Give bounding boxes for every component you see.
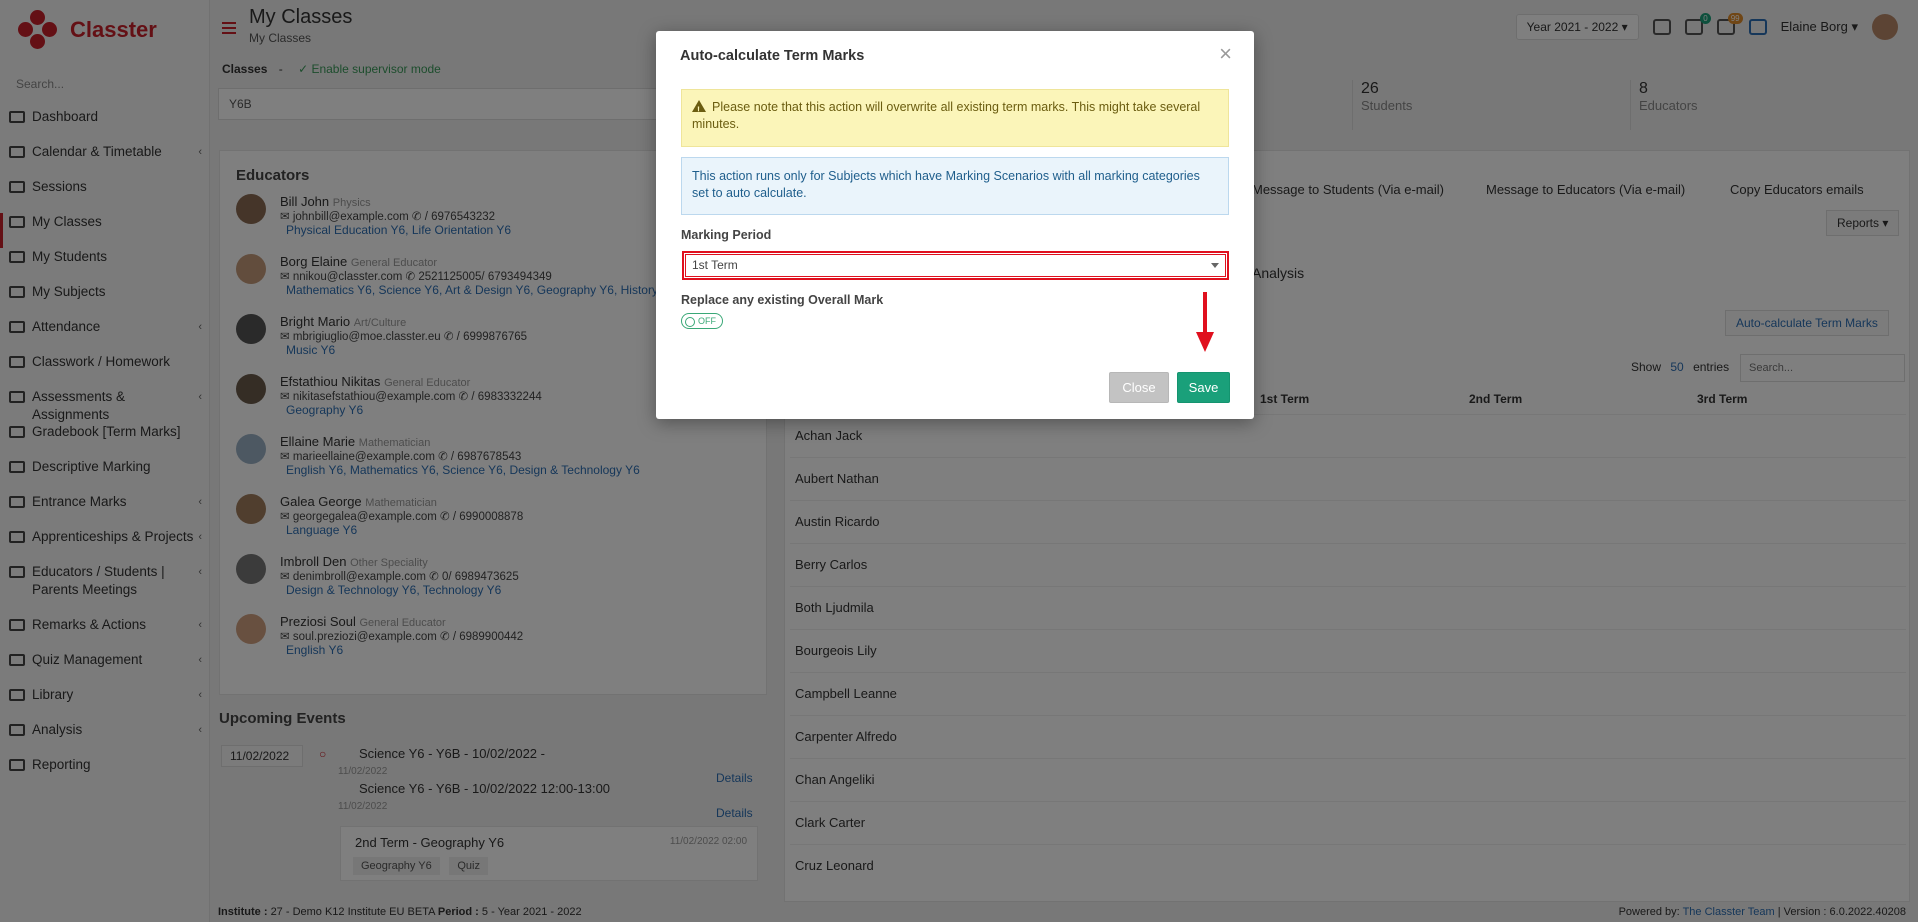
auto-calculate-dialog: Auto-calculate Term Marks × Please note … xyxy=(656,31,1254,419)
annotation-arrow xyxy=(1203,292,1207,334)
warning-text: Please note that this action will overwr… xyxy=(692,100,1201,131)
info-text: This action runs only for Subjects which… xyxy=(692,169,1200,200)
replace-overall-mark-label: Replace any existing Overall Mark xyxy=(681,293,884,307)
annotation-arrow-head xyxy=(1196,332,1214,352)
marking-period-value: 1st Term xyxy=(692,258,738,272)
dialog-title: Auto-calculate Term Marks xyxy=(680,48,865,64)
app-root: Classter DashboardCalendar & Timetable‹S… xyxy=(0,0,1918,922)
info-alert: This action runs only for Subjects which… xyxy=(681,157,1229,215)
save-button[interactable]: Save xyxy=(1177,372,1230,403)
marking-period-label: Marking Period xyxy=(681,228,772,242)
close-button[interactable]: Close xyxy=(1109,372,1169,403)
close-icon[interactable]: × xyxy=(1219,43,1232,65)
warning-icon xyxy=(692,100,706,119)
warning-alert: Please note that this action will overwr… xyxy=(681,89,1229,147)
chevron-down-icon xyxy=(1211,263,1219,268)
marking-period-select[interactable]: 1st Term xyxy=(682,251,1229,280)
replace-overall-mark-toggle[interactable]: OFF xyxy=(681,313,723,329)
